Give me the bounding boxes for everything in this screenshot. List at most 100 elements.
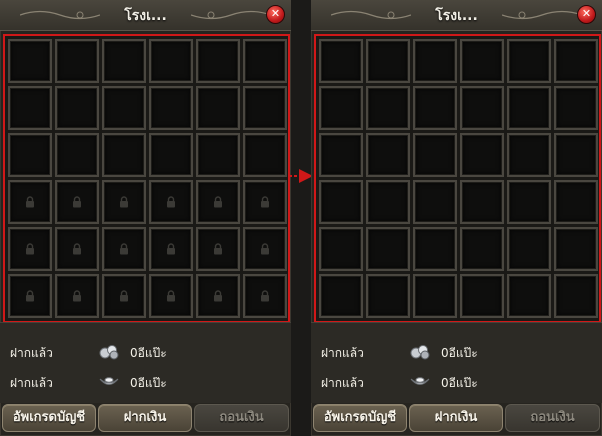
storage-slot[interactable] <box>8 86 52 130</box>
storage-slot[interactable] <box>507 133 551 177</box>
locked-slot[interactable] <box>55 227 99 271</box>
storage-slot[interactable] <box>319 86 363 130</box>
lock-icon <box>167 196 175 208</box>
storage-slot[interactable] <box>196 133 240 177</box>
locked-slot[interactable] <box>243 274 287 318</box>
storage-slot[interactable] <box>507 86 551 130</box>
title-bar[interactable]: โรงเ... ✕ <box>311 0 602 31</box>
currency-row: ฝากแล้ว 0อีแป๊ะ <box>0 374 291 392</box>
locked-slot[interactable] <box>8 227 52 271</box>
locked-slot[interactable] <box>55 274 99 318</box>
locked-slot[interactable] <box>8 274 52 318</box>
storage-slot[interactable] <box>102 133 146 177</box>
storage-slot[interactable] <box>554 39 598 83</box>
storage-slot[interactable] <box>8 39 52 83</box>
storage-slot[interactable] <box>243 133 287 177</box>
close-button[interactable]: ✕ <box>577 5 596 24</box>
storage-slot[interactable] <box>55 86 99 130</box>
storage-slot[interactable] <box>366 86 410 130</box>
storage-slot[interactable] <box>554 180 598 224</box>
storage-slot[interactable] <box>460 180 504 224</box>
storage-slot[interactable] <box>413 180 457 224</box>
locked-slot[interactable] <box>102 227 146 271</box>
lock-icon <box>261 196 269 208</box>
storage-slot[interactable] <box>413 39 457 83</box>
withdraw-button[interactable]: ถอนเงิน <box>194 404 289 432</box>
storage-slot[interactable] <box>366 274 410 318</box>
storage-slot[interactable] <box>149 39 193 83</box>
lock-icon <box>167 243 175 255</box>
storage-slot[interactable] <box>102 86 146 130</box>
currency-section: ฝากแล้ว 0อีแป๊ะ ฝากแล้ว 0อีแป๊ะ <box>311 322 602 403</box>
currency-row: ฝากแล้ว 0อีแป๊ะ <box>0 344 291 362</box>
storage-slot[interactable] <box>507 39 551 83</box>
storage-slot[interactable] <box>460 39 504 83</box>
deposit-button[interactable]: ฝากเงิน <box>409 404 503 432</box>
locked-slot[interactable] <box>243 180 287 224</box>
storage-slot[interactable] <box>460 86 504 130</box>
withdraw-button[interactable]: ถอนเงิน <box>505 404 600 432</box>
storage-slot[interactable] <box>413 86 457 130</box>
storage-slot[interactable] <box>507 180 551 224</box>
currency-row: ฝากแล้ว 0อีแป๊ะ <box>311 344 602 362</box>
locked-slot[interactable] <box>149 180 193 224</box>
title-bar[interactable]: โรงเ... ✕ <box>0 0 291 31</box>
storage-slot[interactable] <box>366 133 410 177</box>
storage-slot[interactable] <box>460 274 504 318</box>
storage-slot[interactable] <box>102 39 146 83</box>
storage-slot[interactable] <box>149 86 193 130</box>
storage-grid-highlight <box>3 34 290 323</box>
storage-slot[interactable] <box>366 227 410 271</box>
storage-slot[interactable] <box>366 180 410 224</box>
storage-slot[interactable] <box>243 39 287 83</box>
storage-slot[interactable] <box>55 39 99 83</box>
storage-slot[interactable] <box>55 133 99 177</box>
storage-slot[interactable] <box>196 39 240 83</box>
locked-slot[interactable] <box>243 227 287 271</box>
storage-slot[interactable] <box>507 274 551 318</box>
storage-slot[interactable] <box>413 274 457 318</box>
lock-icon <box>26 290 34 302</box>
storage-slot[interactable] <box>319 274 363 318</box>
locked-slot[interactable] <box>55 180 99 224</box>
deposit-button[interactable]: ฝากเงิน <box>98 404 192 432</box>
action-buttons: อัพเกรดบัญชี ฝากเงิน ถอนเงิน <box>311 404 602 432</box>
locked-slot[interactable] <box>8 180 52 224</box>
upgrade-account-button[interactable]: อัพเกรดบัญชี <box>313 404 407 432</box>
storage-slot[interactable] <box>243 86 287 130</box>
upgrade-account-button[interactable]: อัพเกรดบัญชี <box>2 404 96 432</box>
silver-coins-icon <box>410 345 430 360</box>
storage-slot[interactable] <box>413 133 457 177</box>
lock-icon <box>26 196 34 208</box>
storage-slot[interactable] <box>196 86 240 130</box>
storage-slot[interactable] <box>319 227 363 271</box>
locked-slot[interactable] <box>196 227 240 271</box>
storage-slot[interactable] <box>149 133 193 177</box>
currency-value: 0อีแป๊ะ <box>441 376 478 390</box>
storage-slot[interactable] <box>366 39 410 83</box>
currency-label: ฝากแล้ว <box>10 376 53 390</box>
storage-slot[interactable] <box>554 274 598 318</box>
locked-slot[interactable] <box>196 180 240 224</box>
storage-slot[interactable] <box>319 39 363 83</box>
locked-slot[interactable] <box>149 274 193 318</box>
storage-slot[interactable] <box>8 133 52 177</box>
locked-slot[interactable] <box>149 227 193 271</box>
currency-label: ฝากแล้ว <box>321 376 364 390</box>
panel-title: โรงเ... <box>435 8 478 24</box>
locked-slot[interactable] <box>102 180 146 224</box>
storage-slot[interactable] <box>413 227 457 271</box>
storage-slot[interactable] <box>554 227 598 271</box>
locked-slot[interactable] <box>102 274 146 318</box>
storage-slot[interactable] <box>507 227 551 271</box>
storage-slot[interactable] <box>554 133 598 177</box>
silver-ingot-icon <box>99 377 119 385</box>
storage-slot[interactable] <box>460 227 504 271</box>
close-button[interactable]: ✕ <box>266 5 285 24</box>
storage-slot[interactable] <box>554 86 598 130</box>
storage-slot[interactable] <box>319 133 363 177</box>
locked-slot[interactable] <box>196 274 240 318</box>
storage-slot[interactable] <box>319 180 363 224</box>
storage-slot[interactable] <box>460 133 504 177</box>
currency-row: ฝากแล้ว 0อีแป๊ะ <box>311 374 602 392</box>
